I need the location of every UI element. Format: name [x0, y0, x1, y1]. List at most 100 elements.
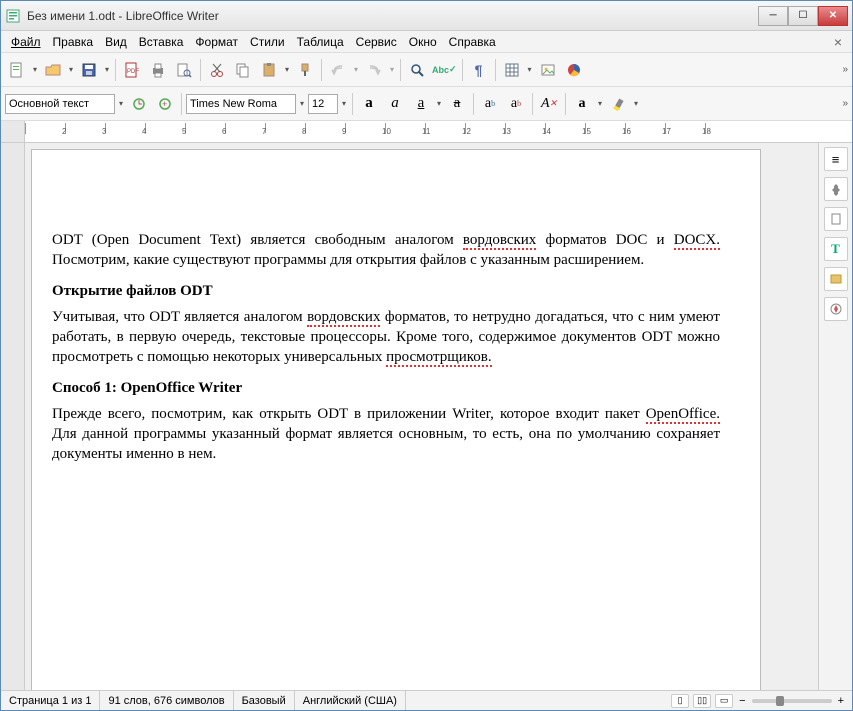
- format-paintbrush-button[interactable]: [293, 58, 317, 82]
- menubar: Файл Правка Вид Вставка Формат Стили Таб…: [1, 31, 852, 53]
- export-pdf-button[interactable]: PDF: [120, 58, 144, 82]
- image-button[interactable]: [536, 58, 560, 82]
- chart-button[interactable]: [562, 58, 586, 82]
- superscript-button[interactable]: ab: [478, 92, 502, 116]
- properties-panel-icon[interactable]: [824, 177, 848, 201]
- print-button[interactable]: [146, 58, 170, 82]
- sidebar: ≡ T: [818, 143, 852, 690]
- doc-close-icon[interactable]: ×: [828, 34, 848, 50]
- zoom-out-icon[interactable]: −: [737, 695, 747, 707]
- status-pagestyle[interactable]: Базовый: [234, 691, 295, 710]
- undo-dropdown[interactable]: ▾: [352, 58, 360, 82]
- table-button[interactable]: [500, 58, 524, 82]
- navigator-panel-icon[interactable]: [824, 297, 848, 321]
- menu-tools[interactable]: Сервис: [350, 33, 403, 51]
- highlight-button[interactable]: [606, 92, 630, 116]
- app-window: Без имени 1.odt - LibreOffice Writer ─ ☐…: [0, 0, 853, 711]
- redo-button[interactable]: [362, 58, 386, 82]
- size-dropdown[interactable]: ▾: [340, 92, 348, 116]
- menu-view[interactable]: Вид: [99, 33, 133, 51]
- font-name-selector[interactable]: [186, 94, 296, 114]
- status-wordcount[interactable]: 91 слов, 676 символов: [100, 691, 233, 710]
- paragraph-2[interactable]: Учитывая, что ODT является аналогом ворд…: [52, 307, 720, 368]
- zoom-thumb[interactable]: [776, 696, 784, 706]
- paragraph-1[interactable]: ODT (Open Document Text) является свобод…: [52, 230, 720, 271]
- heading-2[interactable]: Способ 1: OpenOffice Writer: [52, 378, 720, 398]
- new-button[interactable]: [5, 58, 29, 82]
- maximize-button[interactable]: ☐: [788, 6, 818, 26]
- document-scroll[interactable]: ODT (Open Document Text) является свобод…: [25, 143, 818, 690]
- app-icon: [5, 8, 21, 24]
- save-button[interactable]: [77, 58, 101, 82]
- cut-button[interactable]: [205, 58, 229, 82]
- statusbar: Страница 1 из 1 91 слов, 676 символов Ба…: [1, 690, 852, 710]
- font-dropdown[interactable]: ▾: [298, 92, 306, 116]
- menu-insert[interactable]: Вставка: [133, 33, 190, 51]
- menu-format[interactable]: Формат: [189, 33, 244, 51]
- menu-file[interactable]: Файл: [5, 33, 47, 51]
- menu-help[interactable]: Справка: [443, 33, 502, 51]
- save-dropdown[interactable]: ▾: [103, 58, 111, 82]
- format-toolbar-overflow-icon[interactable]: »: [842, 98, 848, 109]
- formatting-marks-button[interactable]: ¶: [467, 58, 491, 82]
- titlebar: Без имени 1.odt - LibreOffice Writer ─ ☐…: [1, 1, 852, 31]
- open-dropdown[interactable]: ▾: [67, 58, 75, 82]
- close-button[interactable]: ✕: [818, 6, 848, 26]
- content-area: ODT (Open Document Text) является свобод…: [1, 143, 852, 690]
- paragraph-style-selector[interactable]: [5, 94, 115, 114]
- heading-1[interactable]: Открытие файлов ODT: [52, 281, 720, 301]
- view-single-icon[interactable]: ▯: [671, 694, 689, 708]
- clear-formatting-button[interactable]: A✕: [537, 92, 561, 116]
- open-button[interactable]: [41, 58, 65, 82]
- toolbar-overflow-icon[interactable]: »: [842, 64, 848, 75]
- zoom-slider[interactable]: [752, 699, 832, 703]
- font-size-selector[interactable]: [308, 94, 338, 114]
- zoom-in-icon[interactable]: +: [836, 695, 846, 707]
- italic-button[interactable]: a: [383, 92, 407, 116]
- strikethrough-button[interactable]: a: [445, 92, 469, 116]
- view-book-icon[interactable]: ▭: [715, 694, 733, 708]
- view-multi-icon[interactable]: ▯▯: [693, 694, 711, 708]
- paragraph-3[interactable]: Прежде всего, посмотрим, как открыть ODT…: [52, 404, 720, 465]
- find-button[interactable]: [405, 58, 429, 82]
- styles-panel-icon[interactable]: T: [824, 237, 848, 261]
- font-color-button[interactable]: a: [570, 92, 594, 116]
- document-page[interactable]: ODT (Open Document Text) является свобод…: [31, 149, 761, 690]
- undo-button[interactable]: [326, 58, 350, 82]
- style-dropdown[interactable]: ▾: [117, 92, 125, 116]
- menu-edit[interactable]: Правка: [47, 33, 100, 51]
- menu-table[interactable]: Таблица: [291, 33, 350, 51]
- vertical-ruler[interactable]: [1, 143, 25, 690]
- spellcheck-button[interactable]: Abc✓: [431, 58, 458, 82]
- font-color-dropdown[interactable]: ▾: [596, 92, 604, 116]
- highlight-dropdown[interactable]: ▾: [632, 92, 640, 116]
- paste-dropdown[interactable]: ▾: [283, 58, 291, 82]
- status-page[interactable]: Страница 1 из 1: [1, 691, 100, 710]
- update-style-button[interactable]: [127, 92, 151, 116]
- bold-button[interactable]: a: [357, 92, 381, 116]
- print-preview-button[interactable]: [172, 58, 196, 82]
- copy-button[interactable]: [231, 58, 255, 82]
- svg-text:+: +: [162, 99, 167, 109]
- window-controls: ─ ☐ ✕: [758, 6, 848, 26]
- underline-button[interactable]: a: [409, 92, 433, 116]
- new-dropdown[interactable]: ▾: [31, 58, 39, 82]
- page-panel-icon[interactable]: [824, 207, 848, 231]
- status-language[interactable]: Английский (США): [295, 691, 406, 710]
- paste-button[interactable]: [257, 58, 281, 82]
- standard-toolbar: ▾ ▾ ▾ PDF ▾ ▾ ▾ Abc✓ ¶ ▾ »: [1, 53, 852, 87]
- gallery-panel-icon[interactable]: [824, 267, 848, 291]
- redo-dropdown[interactable]: ▾: [388, 58, 396, 82]
- document-body[interactable]: ODT (Open Document Text) является свобод…: [52, 230, 720, 465]
- menu-styles[interactable]: Стили: [244, 33, 291, 51]
- table-dropdown[interactable]: ▾: [526, 58, 534, 82]
- minimize-button[interactable]: ─: [758, 6, 788, 26]
- subscript-button[interactable]: ab: [504, 92, 528, 116]
- sidebar-settings-icon[interactable]: ≡: [824, 147, 848, 171]
- svg-text:PDF: PDF: [127, 69, 139, 75]
- underline-dropdown[interactable]: ▾: [435, 92, 443, 116]
- window-title: Без имени 1.odt - LibreOffice Writer: [27, 9, 758, 23]
- horizontal-ruler[interactable]: 123456789101112131415161718: [25, 121, 852, 142]
- menu-window[interactable]: Окно: [403, 33, 443, 51]
- new-style-button[interactable]: +: [153, 92, 177, 116]
